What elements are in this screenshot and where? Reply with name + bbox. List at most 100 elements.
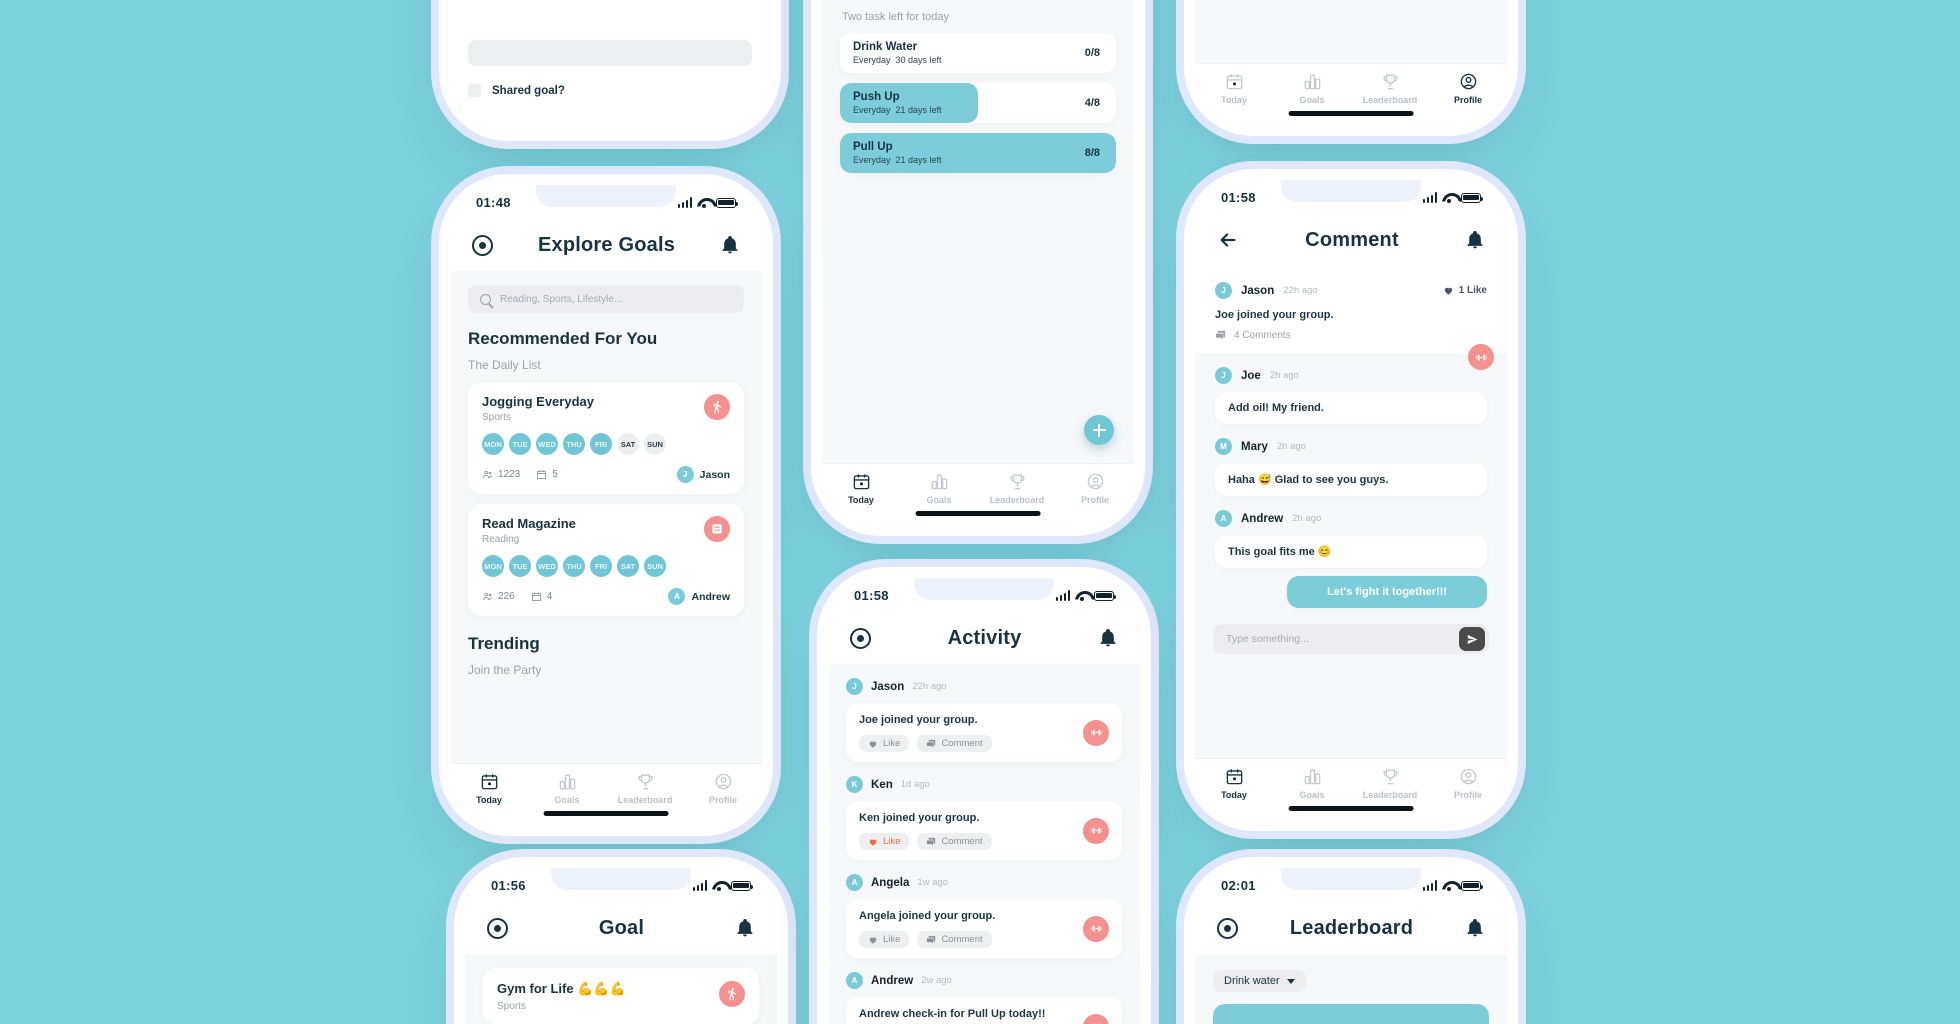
cellular-signal-icon: [1422, 191, 1437, 203]
bell-icon[interactable]: [735, 917, 755, 939]
day-chip[interactable]: MON: [482, 433, 504, 455]
activity-card[interactable]: Joe joined your group. Like Comment: [846, 703, 1122, 762]
goal-card[interactable]: Read Magazine Reading MON TUE WED THU FRI SAT SU…: [468, 504, 744, 616]
activity-card[interactable]: Ken joined your group. Like Comment: [846, 801, 1122, 860]
comment-composer[interactable]: Type something...: [1213, 624, 1489, 654]
nav-item-goals[interactable]: Goals: [900, 472, 978, 505]
nav-item-today[interactable]: Today: [450, 772, 528, 805]
like-button[interactable]: Like: [859, 833, 910, 850]
activity-text: Joe joined your group.: [859, 714, 978, 726]
like-button[interactable]: Like: [859, 931, 910, 948]
home-indicator: [1288, 111, 1414, 116]
nav-item-leaderboard[interactable]: Leaderboard: [1351, 767, 1429, 800]
goal-card-list: Jogging Everyday Sports MON TUE WED THU FRI SAT…: [450, 382, 762, 616]
own-message-bubble: Let's fight it together!!!: [1287, 576, 1487, 608]
page-title: Comment: [1305, 228, 1399, 251]
member-count: 1223: [482, 469, 520, 480]
target-icon[interactable]: [850, 627, 871, 649]
nav-item-label: Today: [1221, 95, 1247, 105]
target-icon[interactable]: [1217, 917, 1238, 939]
task-row[interactable]: Push Up Everyday 21 days left 4/8: [840, 83, 1116, 123]
comment-button[interactable]: Comment: [917, 833, 992, 850]
bell-icon[interactable]: [720, 234, 740, 256]
like-button[interactable]: Like: [859, 735, 910, 752]
day-chip[interactable]: THU: [563, 433, 585, 455]
task-row[interactable]: Pull Up Everyday 21 days left 8/8: [840, 133, 1116, 173]
back-arrow-icon[interactable]: [1217, 229, 1239, 251]
day-chip[interactable]: WED: [536, 555, 558, 577]
activity-card[interactable]: Angela joined your group. Like Comment: [846, 899, 1122, 958]
activity-card[interactable]: Andrew check-in for Pull Up today!!LikeC…: [846, 997, 1122, 1024]
nav-item-leaderboard[interactable]: Leaderboard: [606, 772, 684, 805]
nav-item-leaderboard[interactable]: Leaderboard: [1351, 72, 1429, 105]
screen-goal: 01:56 Goal Gym for Life 💪💪💪 Sports: [465, 868, 777, 1024]
day-chip[interactable]: MON: [482, 555, 504, 577]
nav-item-goals[interactable]: Goals: [1273, 767, 1351, 800]
owner-name: Jason: [699, 468, 730, 481]
day-chip[interactable]: FRI: [590, 433, 612, 455]
bell-icon[interactable]: [1465, 917, 1485, 939]
nav-item-profile[interactable]: Profile: [1429, 767, 1507, 800]
goal-card[interactable]: Jogging Everyday Sports MON TUE WED THU FRI SAT…: [468, 382, 744, 494]
wifi-icon: [712, 880, 726, 891]
nav-item-label: Leaderboard: [617, 795, 673, 805]
nav-item-profile[interactable]: Profile: [684, 772, 762, 805]
comment-button[interactable]: Comment: [917, 931, 992, 948]
goal-days: MON TUE WED THU FRI SAT SUN: [482, 555, 730, 577]
comment-count-row[interactable]: 4 Comments: [1215, 330, 1487, 341]
day-chip[interactable]: SAT: [617, 555, 639, 577]
goal-meta: 1223 5 J Jason: [482, 466, 730, 483]
bell-icon[interactable]: [1098, 627, 1118, 649]
day-chip[interactable]: FRI: [590, 555, 612, 577]
like-count[interactable]: 1 Like: [1443, 285, 1487, 296]
send-icon[interactable]: [1459, 627, 1485, 651]
target-icon[interactable]: [487, 917, 508, 939]
day-chip[interactable]: SUN: [644, 555, 666, 577]
nav-item-leaderboard[interactable]: Leaderboard: [978, 472, 1056, 505]
page-title: Goal: [598, 916, 645, 939]
composer-placeholder: Type something...: [1226, 633, 1309, 645]
day-chip[interactable]: SAT: [617, 433, 639, 455]
comment-bubble: This goal fits me 😊: [1215, 535, 1487, 568]
shared-goal-row[interactable]: Shared goal?: [468, 84, 752, 97]
book-icon: [704, 516, 730, 542]
shared-goal-checkbox[interactable]: [468, 84, 481, 97]
member-count: 226: [482, 591, 515, 602]
nav-item-today[interactable]: Today: [822, 472, 900, 505]
screen-comment: 01:58 Comment J Jason 22h ago 1 Like Joe…: [1195, 180, 1507, 820]
day-chip[interactable]: WED: [536, 433, 558, 455]
leaderboard-body: Drink water: [1195, 954, 1507, 1024]
nav-item-label: Leaderboard: [1362, 95, 1418, 105]
add-goal-fab[interactable]: [1084, 415, 1114, 445]
day-chip[interactable]: TUE: [509, 433, 531, 455]
bell-icon[interactable]: [1465, 229, 1485, 251]
goal-name: Gym for Life 💪💪💪: [497, 981, 626, 996]
activity-text: Ken joined your group.: [859, 812, 980, 824]
day-chip[interactable]: TUE: [509, 555, 531, 577]
nav-item-goals[interactable]: Goals: [528, 772, 606, 805]
search-input[interactable]: Reading, Sports, Lifestyle...: [468, 285, 744, 313]
target-icon[interactable]: [472, 234, 493, 256]
screen-create-goal: Shared goal?: [450, 0, 770, 130]
nav-item-profile[interactable]: Profile: [1056, 472, 1134, 505]
nav-item-label: Goals: [1299, 95, 1325, 105]
dumbbell-icon: [1083, 817, 1109, 844]
section-recommended-subtitle: The Daily List: [468, 358, 541, 372]
status-time: 02:01: [1221, 877, 1256, 893]
day-chip[interactable]: SUN: [644, 433, 666, 455]
nav-item-profile[interactable]: Profile: [1429, 72, 1507, 105]
task-row[interactable]: Drink Water Everyday 30 days left 0/8: [840, 33, 1116, 73]
goal-input-field[interactable]: [468, 40, 752, 66]
comment-button[interactable]: Comment: [917, 735, 992, 752]
goal-owner: J Jason: [676, 466, 730, 483]
goal-filter-dropdown[interactable]: Drink water: [1213, 970, 1306, 992]
nav-item-today[interactable]: Today: [1195, 767, 1273, 800]
notch: [1281, 868, 1421, 890]
goal-detail-card[interactable]: Gym for Life 💪💪💪 Sports: [483, 968, 759, 1024]
post-text: Joe joined your group.: [1215, 309, 1334, 321]
nav-item-today[interactable]: Today: [1195, 72, 1273, 105]
leaderboard-top-card[interactable]: [1213, 1004, 1489, 1024]
activity-actions: Like Comment: [859, 833, 1109, 850]
day-chip[interactable]: THU: [563, 555, 585, 577]
nav-item-goals[interactable]: Goals: [1273, 72, 1351, 105]
